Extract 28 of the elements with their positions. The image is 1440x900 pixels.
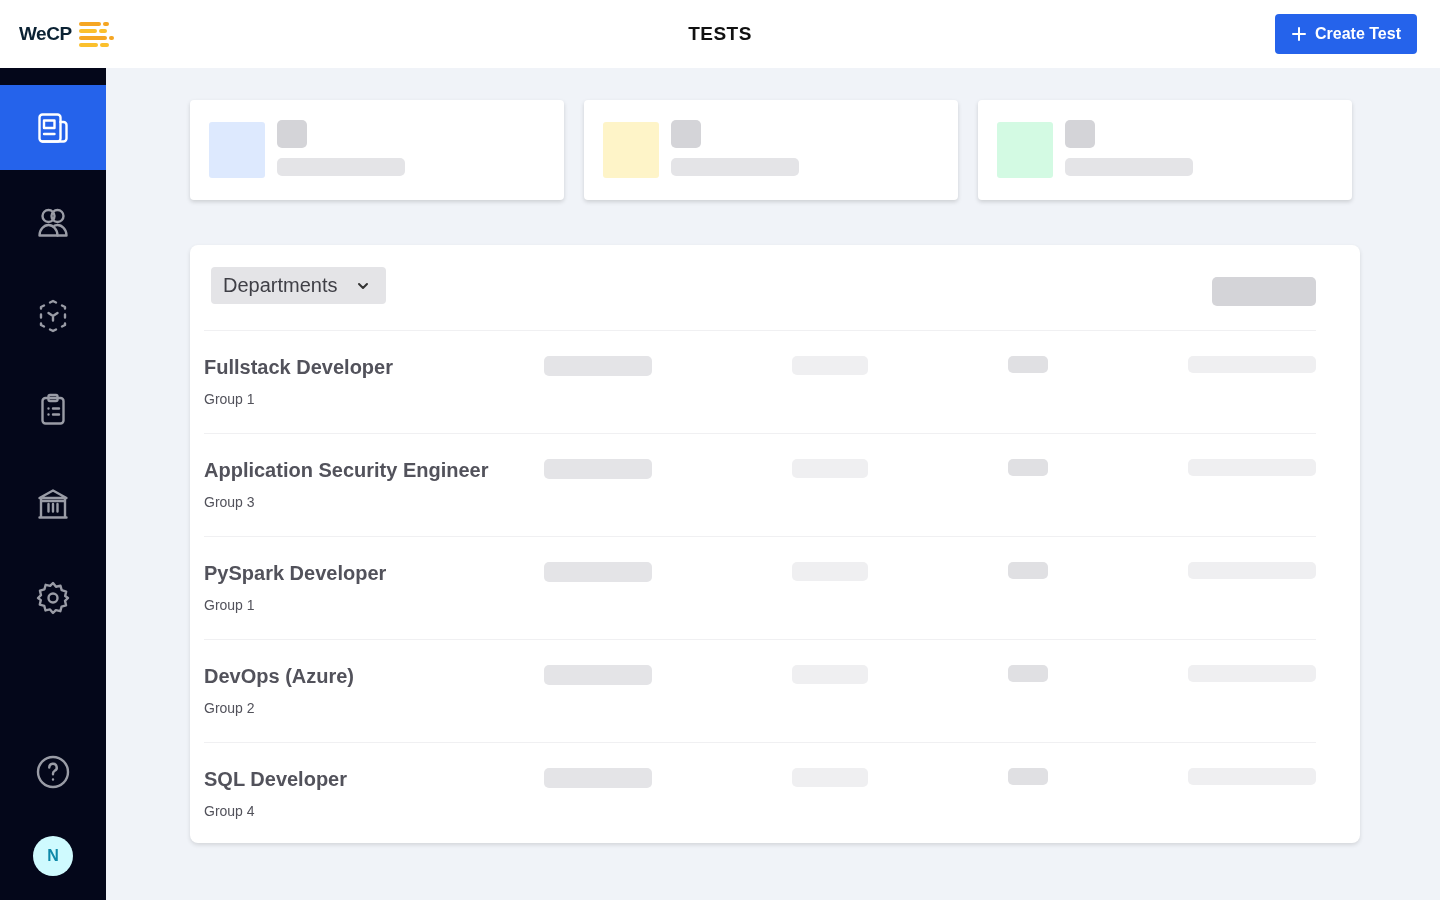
test-group: Group 1 [204,597,544,613]
sidebar-item[interactable] [0,85,106,170]
logo-text: WeCP [19,23,72,45]
logo-bars-icon [78,21,115,47]
settings-icon [35,579,71,616]
test-name[interactable]: DevOps (Azure) [204,665,544,688]
skeleton-bar [1065,120,1095,148]
test-name[interactable]: Application Security Engineer [204,459,544,482]
skeleton-bar [1008,768,1048,785]
skeleton-bar [1008,356,1048,373]
test-group: Group 3 [204,494,544,510]
test-name[interactable]: SQL Developer [204,768,544,791]
test-group: Group 4 [204,803,544,819]
plus-icon [1291,26,1308,42]
skeleton-bar [1008,665,1048,682]
help-icon[interactable] [35,754,71,790]
page-title: TESTS [688,23,752,45]
test-group: Group 1 [204,391,544,407]
test-name[interactable]: PySpark Developer [204,562,544,585]
departments-dropdown[interactable]: Departments [211,267,386,304]
create-test-button[interactable]: Create Test [1275,14,1417,54]
skeleton-bar [277,120,307,148]
skeleton-bar [1008,562,1048,579]
test-group: Group 2 [204,700,544,716]
test-name[interactable]: Fullstack Developer [204,356,544,379]
user-avatar[interactable]: N [33,836,73,876]
skeleton-bar [1008,459,1048,476]
skeleton-bar [671,120,701,148]
